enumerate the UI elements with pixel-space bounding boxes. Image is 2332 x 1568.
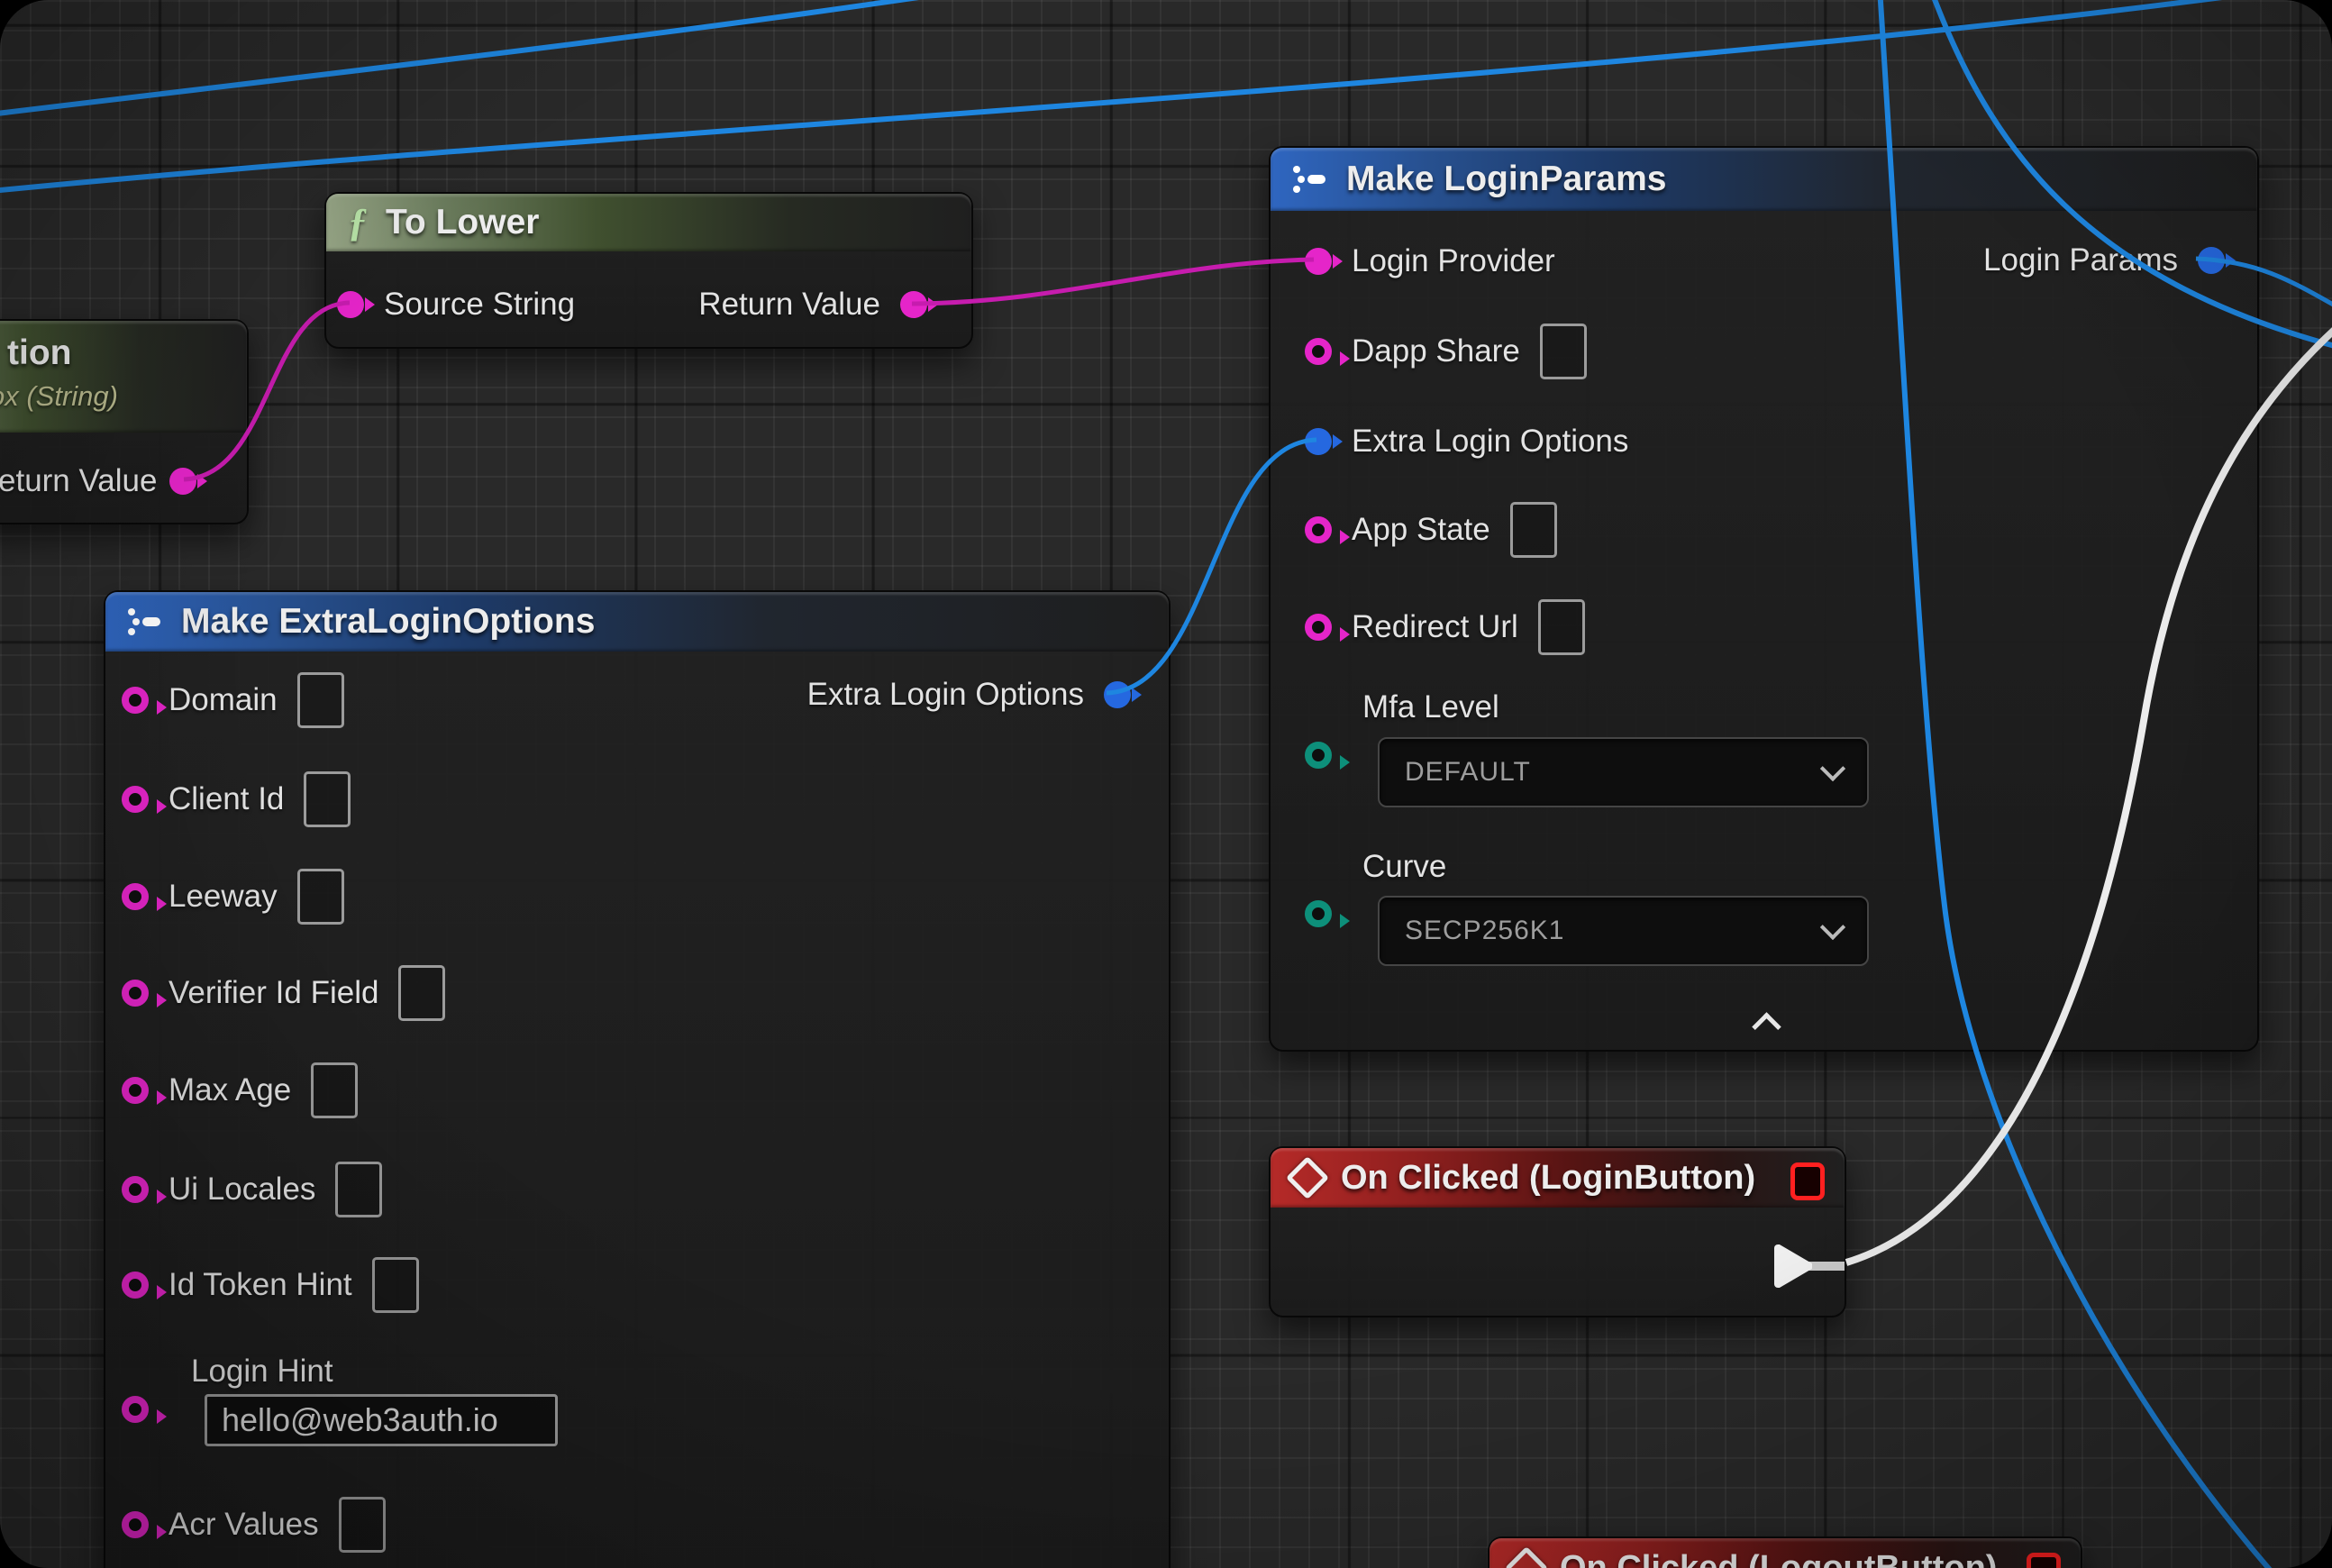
- node-title: On Clicked (LogoutButton): [1560, 1549, 1997, 1568]
- app-state-label: App State: [1352, 512, 1490, 548]
- exec-out-pin[interactable]: [1774, 1244, 1812, 1288]
- mfa-level-label: Mfa Level: [1362, 689, 1499, 725]
- chevron-up-icon: [1752, 1012, 1781, 1042]
- login-params-out-pin[interactable]: [2198, 247, 2225, 274]
- acr-values-pin[interactable]: [122, 1511, 149, 1538]
- return-value-pin[interactable]: [900, 291, 927, 318]
- mfa-level-pin[interactable]: [1305, 742, 1332, 769]
- delegate-pin[interactable]: [2027, 1553, 2061, 1568]
- client-id-label: Client Id: [169, 781, 284, 817]
- mfa-level-value: DEFAULT: [1405, 757, 1531, 788]
- max-age-pin[interactable]: [122, 1077, 149, 1104]
- verifier-id-field-label: Verifier Id Field: [169, 975, 378, 1011]
- login-hint-label: Login Hint: [191, 1354, 333, 1390]
- make-struct-icon: [1292, 165, 1328, 194]
- redirect-url-value-box[interactable]: [1538, 599, 1585, 655]
- collapse-node-button[interactable]: [1748, 1008, 1784, 1035]
- dapp-share-pin[interactable]: [1305, 338, 1332, 365]
- max-age-value-box[interactable]: [311, 1062, 358, 1118]
- verifier-id-field-pin[interactable]: [122, 980, 149, 1007]
- node-on-clicked-loginbutton[interactable]: On Clicked (LoginButton): [1269, 1146, 1846, 1317]
- curve-select[interactable]: SECP256K1: [1378, 896, 1869, 966]
- delegate-pin[interactable]: [1790, 1162, 1825, 1200]
- app-state-pin[interactable]: [1305, 516, 1332, 543]
- source-string-pin[interactable]: [337, 291, 364, 318]
- node-title: To Lower: [386, 203, 539, 242]
- node-make-login-params[interactable]: Make LoginParams Login Provider Login Pa…: [1269, 146, 2259, 1052]
- return-value-label: Return Value: [698, 287, 880, 323]
- dapp-share-value-box[interactable]: [1540, 324, 1587, 379]
- chevron-down-icon: [1820, 756, 1845, 781]
- ui-locales-pin[interactable]: [122, 1176, 149, 1203]
- event-icon: [1505, 1546, 1548, 1568]
- extra-login-options-out-label: Extra Login Options: [807, 677, 1084, 713]
- acr-values-label: Acr Values: [169, 1507, 319, 1543]
- return-value-pin[interactable]: [169, 468, 196, 495]
- graph-canvas[interactable]: tion ox (String) eturn Value ƒ To Lower …: [0, 0, 2332, 1568]
- id-token-hint-value-box[interactable]: [372, 1257, 419, 1313]
- node-title-fragment: tion: [7, 333, 71, 373]
- node-make-extra-login-options[interactable]: Make ExtraLoginOptions Domain Client Id …: [104, 590, 1171, 1568]
- app-state-value-box[interactable]: [1510, 502, 1557, 558]
- ui-locales-label: Ui Locales: [169, 1171, 315, 1208]
- pure-function-icon: ƒ: [348, 203, 368, 242]
- id-token-hint-label: Id Token Hint: [169, 1267, 352, 1303]
- node-title: Make LoginParams: [1346, 160, 1666, 199]
- leeway-value-box[interactable]: [297, 869, 344, 925]
- curve-value: SECP256K1: [1405, 916, 1564, 946]
- source-string-label: Source String: [384, 287, 575, 323]
- leeway-pin[interactable]: [122, 883, 149, 910]
- node-get-text-partial[interactable]: tion ox (String) eturn Value: [0, 319, 249, 524]
- node-on-clicked-logoutbutton[interactable]: On Clicked (LogoutButton): [1488, 1536, 2082, 1568]
- leeway-label: Leeway: [169, 879, 278, 915]
- extra-login-options-label: Extra Login Options: [1352, 424, 1628, 460]
- mfa-level-select[interactable]: DEFAULT: [1378, 737, 1869, 807]
- extra-login-options-pin[interactable]: [1305, 428, 1332, 455]
- node-title: Make ExtraLoginOptions: [181, 602, 595, 642]
- id-token-hint-pin[interactable]: [122, 1272, 149, 1299]
- dapp-share-label: Dapp Share: [1352, 333, 1520, 369]
- make-struct-icon: [127, 607, 163, 636]
- redirect-url-pin[interactable]: [1305, 614, 1332, 641]
- acr-values-value-box[interactable]: [339, 1497, 386, 1553]
- ui-locales-value-box[interactable]: [335, 1162, 382, 1217]
- verifier-id-field-value-box[interactable]: [398, 965, 445, 1021]
- redirect-url-label: Redirect Url: [1352, 609, 1518, 645]
- login-provider-pin[interactable]: [1305, 248, 1332, 275]
- login-params-out-label: Login Params: [1983, 242, 2178, 278]
- node-title: On Clicked (LoginButton): [1341, 1159, 1755, 1198]
- curve-label: Curve: [1362, 849, 1446, 885]
- curve-pin[interactable]: [1305, 900, 1332, 927]
- node-to-lower[interactable]: ƒ To Lower Source String Return Value: [324, 192, 973, 349]
- domain-pin[interactable]: [122, 687, 149, 714]
- max-age-label: Max Age: [169, 1072, 291, 1108]
- client-id-pin[interactable]: [122, 786, 149, 813]
- screenshot: tion ox (String) eturn Value ƒ To Lower …: [0, 0, 2332, 1568]
- login-hint-input[interactable]: hello@web3auth.io: [205, 1394, 558, 1446]
- return-value-label: eturn Value: [0, 463, 157, 499]
- domain-label: Domain: [169, 682, 278, 718]
- client-id-value-box[interactable]: [304, 771, 351, 827]
- wire-blue-background-1[interactable]: [0, 0, 991, 115]
- login-hint-pin[interactable]: [122, 1396, 149, 1423]
- login-provider-label: Login Provider: [1352, 243, 1555, 279]
- extra-login-options-out-pin[interactable]: [1104, 681, 1131, 708]
- chevron-down-icon: [1820, 915, 1845, 940]
- event-icon: [1286, 1156, 1329, 1199]
- login-hint-value: hello@web3auth.io: [222, 1401, 498, 1439]
- domain-value-box[interactable]: [297, 672, 344, 728]
- node-subtitle-fragment: ox (String): [0, 380, 118, 413]
